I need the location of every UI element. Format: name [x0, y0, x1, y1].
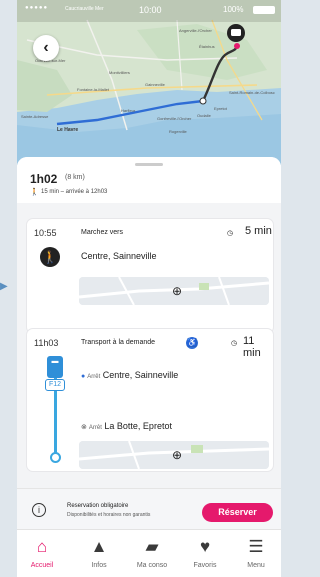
map-label-saint-romain: Saint-Romain-de-Colbosc	[229, 90, 275, 95]
stop-prefix: Arrêt	[88, 425, 102, 431]
step-minimap[interactable]: ⊕	[79, 441, 269, 469]
accessibility-icon: ♿	[186, 337, 198, 349]
reserve-button[interactable]: Réserver	[202, 503, 273, 522]
tab-favoris[interactable]: ♥ Favoris	[180, 536, 230, 569]
map-label-rogerville: Rogerville	[169, 129, 187, 134]
trip-distance: (8 km)	[65, 174, 85, 181]
tab-ma-conso[interactable]: ▰ Ma conso	[127, 536, 177, 569]
tab-bar: ⌂ Accueil ▲ Infos ▰ Ma conso ♥ Favoris ☰…	[17, 529, 281, 577]
step-duration: 5 min	[245, 225, 272, 237]
step-time: 10:55	[34, 228, 57, 238]
tab-label: Favoris	[193, 562, 217, 569]
tab-label: Menu	[247, 562, 265, 569]
trip-summary: 1h02 (8 km) 🚶 15 min – arrivée à 12h03	[17, 157, 281, 203]
tab-label: Accueil	[30, 562, 54, 569]
map-label-montivilliers: Montivilliers	[109, 70, 130, 75]
side-arrow-icon: ▶	[0, 281, 8, 292]
map-label-sainte-adresse: Sainte-Adresse	[21, 114, 49, 119]
step-time: 11h03	[34, 338, 59, 348]
trip-duration: 1h02	[30, 172, 58, 186]
stop-name: Centre, Sainneville	[102, 370, 179, 380]
map-label-gonfreville: Gonfreville-l'Orcher	[157, 116, 192, 121]
itinerary-sheet: 1h02 (8 km) 🚶 15 min – arrivée à 12h03 1…	[17, 157, 281, 529]
map-label-gainneville: Gainneville	[145, 82, 165, 87]
carrier-name: Caucriauville Mer	[65, 6, 104, 12]
route-map[interactable]: Le Havre Harfleur Gonfreville-l'Orcher E…	[17, 0, 281, 165]
step-card-walk[interactable]: 10:55 Marchez vers ◷ 5 min 🚶 Centre, Sai…	[27, 219, 273, 333]
step-destination: Centre, Sainneville	[81, 251, 157, 261]
clock-icon: ◷	[231, 340, 238, 347]
tab-infos[interactable]: ▲ Infos	[74, 536, 124, 569]
tab-label: Ma conso	[136, 562, 168, 569]
zoom-in-icon[interactable]: ⊕	[172, 284, 186, 298]
clock-icon: ◷	[227, 230, 234, 237]
map-label-epretot: Epretot	[214, 106, 227, 111]
battery-percent: 100%	[223, 5, 244, 14]
battery-icon	[253, 6, 275, 14]
step-title: Transport à la demande	[81, 339, 156, 346]
reservation-banner: i Reservation obligatoire Disponibilités…	[17, 488, 281, 529]
trip-detail: 15 min – arrivée à 12h03	[41, 189, 108, 195]
heart-icon: ♥	[199, 537, 211, 556]
walk-icon: 🚶	[30, 189, 39, 196]
status-time: 10:00	[139, 5, 162, 15]
walk-icon: 🚶	[40, 247, 60, 267]
status-bar: ●●●●● Caucriauville Mer 10:00 100%	[17, 0, 281, 20]
info-icon: i	[32, 503, 46, 517]
route-end-dot	[50, 452, 61, 463]
step-card-transport[interactable]: 11h03 Transport à la demande ♿ ◷ 11 min …	[27, 329, 273, 471]
map-label-harfleur: Harfleur	[121, 108, 136, 113]
step-title: Marchez vers	[81, 229, 124, 236]
tab-label: Infos	[91, 562, 107, 569]
signal-icon: ●●●●●	[25, 5, 49, 11]
zoom-in-icon[interactable]: ⊕	[172, 448, 186, 462]
warning-icon: ▲	[90, 537, 108, 556]
stop-marker-icon: ⊗	[81, 424, 87, 431]
map-label-angerville: Angerville-l'Orcher	[179, 28, 212, 33]
chevron-left-icon: ‹	[43, 39, 49, 56]
reservation-title: Reservation obligatoire	[67, 503, 129, 509]
phone-screen: Le Havre Harfleur Gonfreville-l'Orcher E…	[17, 0, 281, 577]
stop-dot-icon: ●	[81, 373, 86, 380]
menu-icon: ☰	[248, 537, 264, 556]
bus-icon: ▬	[47, 356, 63, 378]
home-icon: ⌂	[36, 537, 48, 556]
drag-handle[interactable]	[135, 163, 163, 166]
line-badge: F12	[45, 379, 65, 391]
stop-prefix: Arrêt	[87, 374, 101, 380]
reservation-subtitle: Disponibilités et horaires non garantis	[67, 512, 151, 518]
map-label-etainhus: Étainhus	[199, 44, 215, 49]
map-label-fontaine: Fontaine-la-Mallet	[77, 87, 110, 92]
step-duration: 11 min	[243, 335, 261, 359]
map-label-le-havre: Le Havre	[57, 127, 79, 133]
wallet-icon: ▰	[145, 537, 159, 556]
arrival-stop: ⊗ Arrêt La Botte, Epretot	[81, 421, 172, 431]
stop-name: La Botte, Epretot	[104, 421, 172, 431]
back-button[interactable]: ‹	[33, 35, 59, 61]
tab-menu[interactable]: ☰ Menu	[231, 536, 281, 569]
map-label-oudalle: Oudalle	[197, 113, 211, 118]
step-minimap[interactable]: ⊕	[79, 277, 269, 305]
tab-accueil[interactable]: ⌂ Accueil	[17, 536, 67, 569]
departure-stop: ● Arrêt Centre, Sainneville	[81, 370, 178, 380]
